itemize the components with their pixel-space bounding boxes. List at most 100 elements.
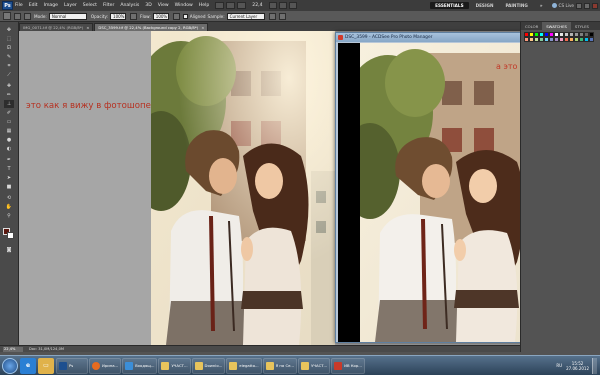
history-brush-tool-icon[interactable]: ✐	[4, 109, 14, 117]
brush-tool-icon[interactable]: ✏	[4, 91, 14, 99]
menu-filter[interactable]: Filter	[103, 3, 114, 8]
system-tray: RU 15:52 27.06.2012	[556, 357, 600, 374]
zoom-tool-button[interactable]	[278, 2, 287, 9]
language-indicator[interactable]: RU	[556, 363, 562, 368]
workspace-more[interactable]: »	[535, 2, 548, 9]
cs-live-button[interactable]: CS Live	[551, 3, 574, 8]
pen-tool-icon[interactable]: ✒	[4, 156, 14, 164]
menu-view[interactable]: View	[158, 3, 169, 8]
start-button-icon[interactable]	[2, 357, 18, 374]
lasso-tool-icon[interactable]: ᘏ	[4, 44, 14, 52]
minibridge-button[interactable]	[226, 2, 236, 9]
clone-stamp-tool-icon[interactable]: ⊥	[4, 100, 14, 108]
menu-edit[interactable]: Edit	[29, 3, 38, 8]
ie-pinned-icon[interactable]: e	[20, 357, 36, 374]
quick-select-tool-icon[interactable]: ✎	[4, 53, 14, 61]
workspace-essentials[interactable]: ESSENTIALS	[430, 2, 469, 9]
zoom-field[interactable]: 22,4%	[3, 346, 23, 352]
taskbar-folder-4[interactable]: Я на Се...	[262, 357, 298, 374]
taskbar-folder-5[interactable]: УЧАСТ...	[298, 357, 331, 374]
hand-tool-icon[interactable]: ✋	[4, 203, 14, 211]
airbrush-icon[interactable]	[172, 12, 180, 20]
pressure-opacity-icon[interactable]	[130, 12, 138, 20]
show-desktop-button[interactable]	[592, 357, 597, 374]
dodge-tool-icon[interactable]: ◐	[4, 145, 14, 153]
task-label: ИВ Кор...	[344, 363, 362, 368]
move-tool-icon[interactable]: ✥	[4, 26, 14, 34]
tab-color[interactable]: COLOR	[521, 22, 542, 30]
arrange-button[interactable]	[237, 2, 247, 9]
close-icon[interactable]	[592, 2, 598, 9]
menu-help[interactable]: Help	[199, 3, 209, 8]
mode-select[interactable]: Normal	[48, 12, 87, 20]
folder-icon	[301, 361, 310, 370]
tab-swatches[interactable]: SWATCHES	[542, 22, 571, 30]
marquee-tool-icon[interactable]: ⬚	[4, 35, 14, 43]
clone-source-icon[interactable]	[24, 12, 31, 20]
3d-rotate-tool-icon[interactable]: ⟲	[4, 194, 14, 202]
menu-3d[interactable]: 3D	[145, 3, 151, 8]
options-bar: Mode: Normal Opacity: 100% Flow: 100% Al…	[0, 11, 600, 22]
bridge-button[interactable]	[215, 2, 225, 9]
eraser-tool-icon[interactable]: ▭	[4, 118, 14, 126]
clock[interactable]: 15:52 27.06.2012	[566, 361, 589, 371]
folder-icon	[265, 361, 274, 370]
menu-image[interactable]: Image	[44, 3, 58, 8]
folder-icon	[229, 361, 238, 370]
brush-preset-icon[interactable]	[14, 12, 21, 20]
tab-img-0071[interactable]: IMG_0071.tif @ 22,4% (RGB/8*) ×	[19, 23, 94, 31]
task-label: УЧАСТ...	[171, 363, 188, 368]
taskbar-folder-2[interactable]: Downlo...	[191, 357, 226, 374]
hand-tool-button[interactable]	[268, 2, 277, 9]
taskbar-folder-3[interactable]: elegatto...	[226, 357, 262, 374]
menu-window[interactable]: Window	[175, 3, 193, 8]
menu-layer[interactable]: Layer	[64, 3, 77, 8]
workspace-painting[interactable]: PAINTING	[500, 2, 532, 9]
gradient-tool-icon[interactable]: ▦	[4, 127, 14, 135]
ignore-adjustment-icon[interactable]	[268, 12, 276, 20]
tab-dsc-3599[interactable]: DSC_3599.tif @ 22,4% (Background copy 2,…	[94, 23, 209, 31]
workspace-design[interactable]: DESIGN	[471, 2, 499, 9]
taskbar-firefox[interactable]: Ирина...	[89, 357, 122, 374]
healing-brush-tool-icon[interactable]: ✚	[4, 82, 14, 90]
taskbar-photoshop[interactable]: Ps	[56, 357, 88, 374]
blur-tool-icon[interactable]: ●	[4, 136, 14, 144]
flow-field[interactable]: 100%	[152, 12, 169, 20]
eyedropper-tool-icon[interactable]: ⟋	[4, 71, 14, 79]
explorer-pinned-icon[interactable]: ▭	[38, 357, 54, 374]
zoom-level[interactable]: 22,4	[252, 3, 262, 8]
quick-mask-icon[interactable]: ◙	[4, 246, 14, 254]
menu-select[interactable]: Select	[83, 3, 97, 8]
close-icon[interactable]: ×	[86, 25, 89, 30]
screen-mode-button[interactable]	[288, 2, 297, 9]
taskbar-acdsee[interactable]: ИВ Кор...	[331, 357, 365, 374]
maximize-icon[interactable]	[584, 2, 590, 9]
taskbar-mail[interactable]: Входящ...	[122, 357, 158, 374]
shape-tool-icon[interactable]: ■	[4, 183, 14, 191]
menu-file[interactable]: File	[15, 3, 23, 8]
close-icon[interactable]: ×	[201, 25, 204, 30]
opacity-label: Opacity:	[90, 13, 109, 19]
background-color-swatch[interactable]	[7, 232, 14, 239]
pressure-size-icon[interactable]	[278, 12, 286, 20]
minimize-icon[interactable]	[576, 2, 582, 9]
path-select-tool-icon[interactable]: ➤	[4, 174, 14, 182]
zoom-tool-icon[interactable]: ⚲	[4, 212, 14, 220]
crop-tool-icon[interactable]: ⌗	[4, 62, 14, 70]
taskbar-folder-1[interactable]: УЧАСТ...	[158, 357, 191, 374]
menu-analysis[interactable]: Analysis	[120, 3, 139, 8]
tab-label: DSC_3599.tif @ 22,4% (Background copy 2,…	[98, 25, 199, 30]
opacity-field[interactable]: 100%	[110, 12, 127, 20]
sample-select[interactable]: Current Layer	[226, 12, 265, 20]
tools-panel: ✥ ⬚ ᘏ ✎ ⌗ ⟋ ✚ ✏ ⊥ ✐ ▭ ▦ ● ◐ ✒ T ➤ ■ ⟲ ✋ …	[0, 22, 19, 352]
type-tool-icon[interactable]: T	[4, 165, 14, 173]
mode-label: Mode:	[34, 13, 47, 19]
tab-styles[interactable]: STYLES	[571, 22, 593, 30]
aligned-checkbox[interactable]	[182, 13, 188, 19]
photoshop-logo-icon: Ps	[2, 1, 13, 10]
panel-tabs: COLOR SWATCHES STYLES	[521, 22, 600, 30]
color-swatch[interactable]	[589, 37, 594, 42]
clone-stamp-icon[interactable]	[3, 12, 11, 20]
document-size-info[interactable]: Doc: 31,0M/124,0M	[29, 347, 64, 351]
task-label: УЧАСТ...	[311, 363, 328, 368]
